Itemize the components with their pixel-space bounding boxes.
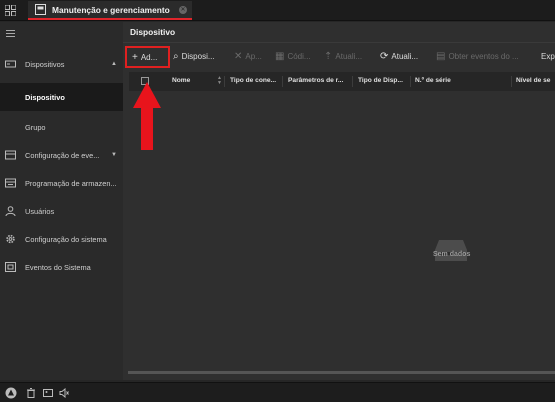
sidebar-item-label: Dispositivo xyxy=(25,92,65,102)
sidebar-item-label: Configuração do sistema xyxy=(25,234,107,244)
bottom-bar xyxy=(0,382,555,402)
plus-icon: + xyxy=(132,51,138,63)
top-bar: Manutenção e gerenciamento ✕ xyxy=(0,0,555,21)
storage-icon xyxy=(5,178,16,188)
menu-icon[interactable] xyxy=(6,30,15,38)
table-header: Nome ▲ ▼ Tipo de cone... Parâmetros de r.… xyxy=(129,72,555,91)
maintenance-icon xyxy=(35,4,46,15)
trash-icon[interactable] xyxy=(26,388,36,398)
column-separator[interactable] xyxy=(224,76,225,87)
system-event-icon xyxy=(5,262,16,272)
column-header-security-level[interactable]: Nível de se xyxy=(516,77,550,84)
event-config-icon xyxy=(5,150,16,160)
qr-code-button[interactable]: ▦ Códi... xyxy=(275,48,311,64)
column-separator[interactable] xyxy=(511,76,512,87)
get-events-button[interactable]: ▤ Obter eventos do ... xyxy=(436,48,519,64)
column-header-connection-type[interactable]: Tipo de cone... xyxy=(230,77,276,84)
refresh-icon: ⟳ xyxy=(380,50,389,62)
sidebar-item-system-events[interactable]: Eventos do Sistema xyxy=(0,253,123,281)
alarm-icon[interactable] xyxy=(5,387,17,399)
sidebar-item-label: Programação de armazen... xyxy=(25,178,117,188)
sidebar-item-users[interactable]: Usuários xyxy=(0,197,123,225)
empty-state-text: Sem dados xyxy=(433,251,471,258)
sidebar-item-devices[interactable]: Dispositivos ▲ xyxy=(0,50,123,78)
online-device-button[interactable]: ⌕ Disposi... xyxy=(173,48,215,64)
sidebar-item-system-config[interactable]: Configuração do sistema xyxy=(0,225,123,253)
arrow-annotation-icon xyxy=(133,82,161,150)
sort-icon[interactable]: ▲ ▼ xyxy=(217,76,222,86)
add-device-button[interactable]: + Ad... xyxy=(125,46,170,68)
sidebar-item-event-config[interactable]: Configuração de eve... ▼ xyxy=(0,141,123,169)
horizontal-scrollbar[interactable] xyxy=(128,371,555,374)
column-header-name[interactable]: Nome xyxy=(172,77,190,84)
sidebar-item-storage-schedule[interactable]: Programação de armazen... xyxy=(0,169,123,197)
user-icon xyxy=(5,206,16,216)
chevron-down-icon: ▼ xyxy=(111,152,117,158)
image-icon[interactable] xyxy=(43,388,53,398)
export-button[interactable]: Expo xyxy=(541,48,555,64)
sidebar: Dispositivos ▲ Dispositivo Grupo Configu… xyxy=(0,22,123,380)
qr-code-icon: ▦ xyxy=(275,50,285,62)
sidebar-item-label: Usuários xyxy=(25,206,55,216)
upgrade-button[interactable]: ⇡ Atuali... xyxy=(324,48,362,64)
sidebar-item-device[interactable]: Dispositivo xyxy=(0,83,123,111)
delete-button[interactable]: ✕ Ap... xyxy=(234,48,262,64)
main-panel: Dispositivo + Ad... ⌕ Disposi... ✕ Ap...… xyxy=(123,22,555,380)
search-icon: ⌕ xyxy=(173,50,179,62)
divider xyxy=(123,42,555,43)
sidebar-item-label: Configuração de eve... xyxy=(25,150,100,160)
column-separator[interactable] xyxy=(352,76,353,87)
device-icon xyxy=(5,60,16,68)
refresh-button[interactable]: ⟳ Atuali... xyxy=(380,48,418,64)
column-header-device-type[interactable]: Tipo de Disp... xyxy=(358,77,403,84)
toolbar: + Ad... ⌕ Disposi... ✕ Ap... ▦ Códi... ⇡… xyxy=(123,46,555,68)
close-icon[interactable]: ✕ xyxy=(179,5,187,14)
tab-title: Manutenção e gerenciamento xyxy=(52,4,170,15)
chevron-up-icon: ▲ xyxy=(111,61,117,67)
upload-icon: ⇡ xyxy=(324,50,333,62)
gear-icon xyxy=(6,234,15,244)
column-separator[interactable] xyxy=(410,76,411,87)
app-grid-icon[interactable] xyxy=(5,5,16,16)
tab-maintenance[interactable]: Manutenção e gerenciamento ✕ xyxy=(28,1,192,20)
empty-box-icon xyxy=(435,240,467,261)
page-title: Dispositivo xyxy=(130,27,176,37)
speaker-icon[interactable] xyxy=(59,388,69,398)
sidebar-item-label: Eventos do Sistema xyxy=(25,262,91,272)
column-header-serial-number[interactable]: N.º de série xyxy=(415,77,451,84)
sidebar-item-label: Dispositivos xyxy=(25,59,65,69)
event-icon: ▤ xyxy=(436,50,446,62)
sidebar-item-group[interactable]: Grupo xyxy=(0,113,123,141)
column-separator[interactable] xyxy=(282,76,283,87)
sidebar-item-label: Grupo xyxy=(25,122,46,132)
close-icon: ✕ xyxy=(234,50,243,62)
column-header-network-params[interactable]: Parâmetros de r... xyxy=(288,77,343,84)
